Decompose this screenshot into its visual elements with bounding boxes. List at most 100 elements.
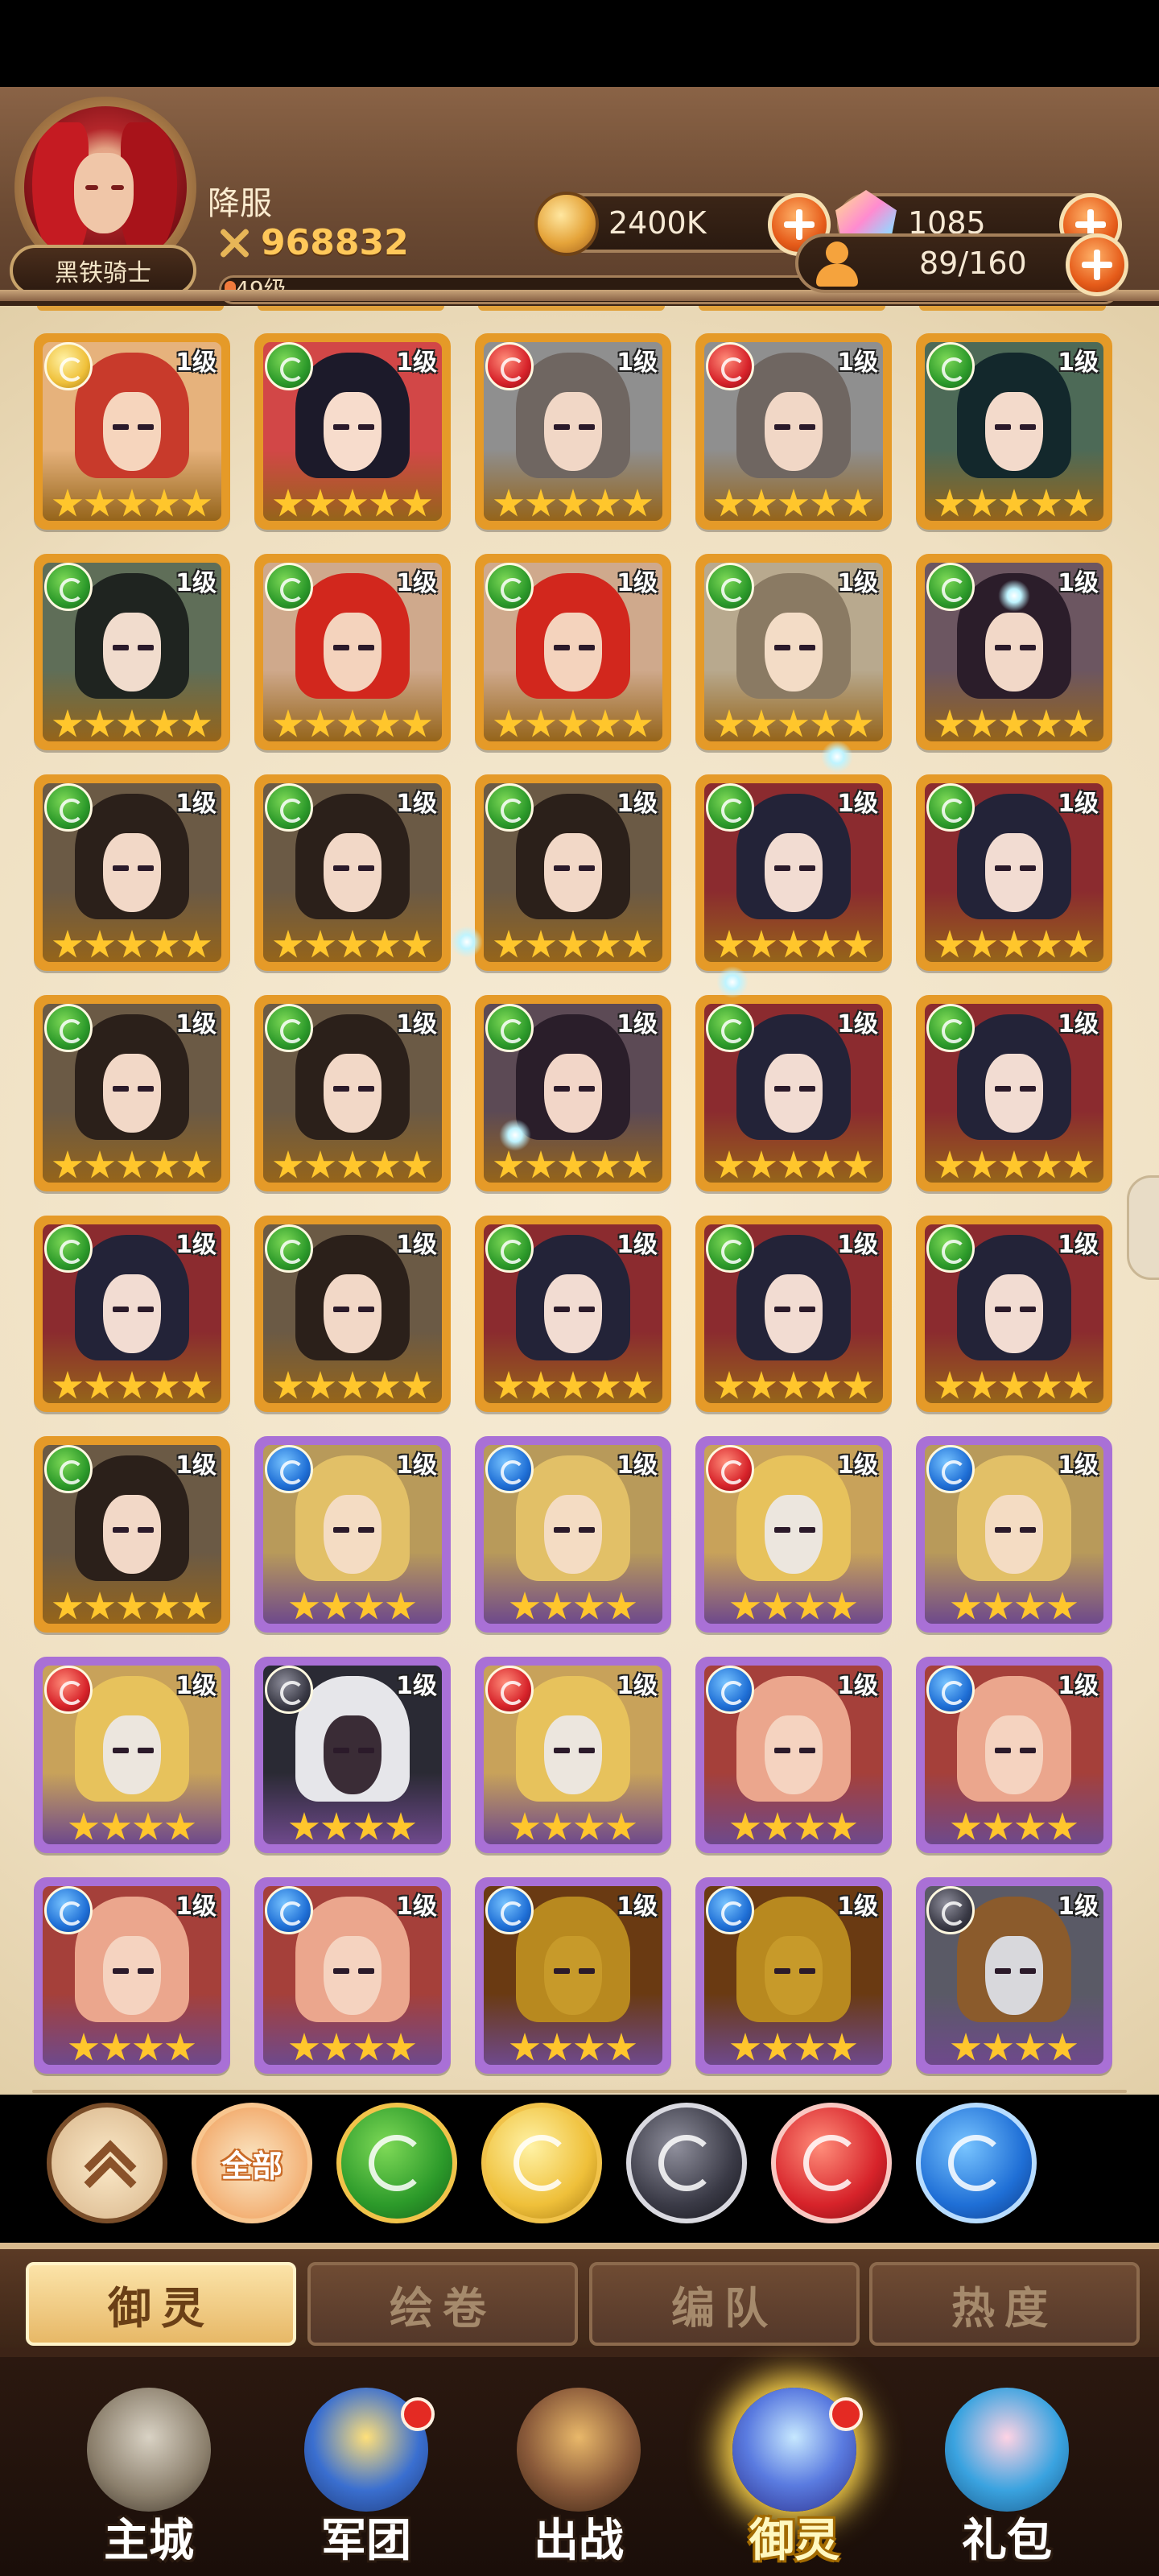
hero-card[interactable]: 1级 <box>475 1657 671 1853</box>
star-icon <box>85 1150 115 1179</box>
hero-card[interactable]: 1级 <box>916 1216 1112 1412</box>
hero-card[interactable]: 1级 <box>695 1877 892 2074</box>
hero-level: 1级 <box>175 1672 217 1700</box>
hero-card[interactable]: 1级 <box>254 1436 451 1633</box>
hero-card[interactable]: 1级 <box>475 774 671 971</box>
star-icon <box>526 709 556 737</box>
hero-card[interactable]: 1级 <box>916 995 1112 1191</box>
player-name: 降服 <box>208 185 272 222</box>
hero-card[interactable]: 1级 <box>34 1436 230 1633</box>
water-element-icon <box>926 1666 975 1714</box>
star-icon <box>402 930 432 958</box>
hero-card[interactable]: 1级 <box>695 774 892 971</box>
hero-card[interactable]: 1级 <box>34 1657 230 1853</box>
hero-level: 1级 <box>396 1451 437 1480</box>
star-icon <box>273 709 303 737</box>
hero-card[interactable]: 1级 <box>254 1657 451 1853</box>
flame-element-icon <box>44 1666 93 1714</box>
star-icon <box>337 930 368 958</box>
star-icon <box>509 1812 540 1840</box>
star-icon <box>794 1591 825 1620</box>
hero-card[interactable]: 1级 <box>695 1216 892 1412</box>
hero-card[interactable]: 1级 <box>34 554 230 750</box>
hero-card[interactable]: 1级 <box>475 1436 671 1633</box>
star-icon <box>402 709 432 737</box>
star-icon <box>321 1812 352 1840</box>
star-icon <box>85 1371 115 1399</box>
flame-element-icon <box>485 342 534 390</box>
star-icon <box>622 1150 653 1179</box>
hero-level: 1级 <box>617 1893 658 1921</box>
hero-card[interactable]: 1级 <box>916 774 1112 971</box>
hero-card[interactable]: 1级 <box>475 554 671 750</box>
leaf-element-icon <box>44 1004 93 1052</box>
hero-grid[interactable]: 1级 1级 1级 1级 1级 1级 1级 1级 1级 1级 1级 1级 1级 1级 1级 1级 1级 1级 1级 1级… <box>0 306 1159 2095</box>
nav-main-city[interactable]: 主城 <box>56 2388 241 2570</box>
star-icon <box>117 709 147 737</box>
star-icon <box>273 930 303 958</box>
tab-huijuan[interactable]: 绘卷 <box>307 2262 578 2346</box>
hero-card[interactable]: 1级 <box>34 1216 230 1412</box>
hero-card[interactable]: 1级 <box>254 774 451 971</box>
star-icon <box>746 1371 777 1399</box>
hero-card[interactable]: 1级 <box>916 1436 1112 1633</box>
hero-card[interactable]: 1级 <box>34 995 230 1191</box>
hero-card[interactable]: 1级 <box>695 1436 892 1633</box>
sword-gate-icon <box>517 2388 641 2512</box>
hero-card[interactable]: 1级 <box>254 995 451 1191</box>
hero-card[interactable]: 1级 <box>254 1877 451 2074</box>
nav-yuling[interactable]: 御灵 <box>702 2388 887 2570</box>
hero-card[interactable]: 1级 <box>695 995 892 1191</box>
star-icon <box>526 1371 556 1399</box>
star-icon <box>622 1371 653 1399</box>
hero-level: 1级 <box>1058 1893 1099 1921</box>
hero-card[interactable]: 1级 <box>475 333 671 530</box>
filter-rose-button[interactable] <box>481 2103 602 2223</box>
star-rating <box>922 930 1107 960</box>
hero-level: 1级 <box>396 569 437 597</box>
hero-level: 1级 <box>617 1672 658 1700</box>
add-capacity-button[interactable] <box>1066 233 1128 296</box>
hero-card[interactable]: 1级 <box>695 333 892 530</box>
hero-card[interactable]: 1级 <box>254 333 451 530</box>
hero-card[interactable]: 1级 <box>254 554 451 750</box>
hero-card[interactable]: 1级 <box>475 995 671 1191</box>
hero-card[interactable]: 1级 <box>34 333 230 530</box>
nav-label-yuling: 御灵 <box>749 2515 839 2567</box>
tab-yuling[interactable]: 御灵 <box>26 2262 296 2346</box>
star-icon <box>934 1371 965 1399</box>
hero-card[interactable]: 1级 <box>475 1877 671 2074</box>
hero-card[interactable]: 1级 <box>695 1657 892 1853</box>
filter-water-button[interactable] <box>916 2103 1037 2223</box>
nav-legion[interactable]: 军团 <box>274 2388 459 2570</box>
nav-gift-pack[interactable]: 礼包 <box>914 2388 1099 2570</box>
star-icon <box>810 489 841 517</box>
collapse-button[interactable] <box>47 2103 167 2223</box>
title-badge[interactable]: 黑铁骑士 <box>10 245 196 296</box>
hero-card[interactable]: 1级 <box>916 333 1112 530</box>
hero-card[interactable]: 1级 <box>254 1216 451 1412</box>
tab-bianDui[interactable]: 编队 <box>589 2262 860 2346</box>
side-drawer-handle[interactable] <box>1127 1175 1159 1280</box>
hero-card[interactable]: 1级 <box>475 1216 671 1412</box>
filter-dark-button[interactable] <box>626 2103 747 2223</box>
hero-card[interactable]: 1级 <box>34 774 230 971</box>
hero-card[interactable]: 1级 <box>34 1877 230 2074</box>
nav-battle[interactable]: 出战 <box>486 2388 671 2570</box>
hero-card[interactable]: 1级 <box>695 554 892 750</box>
star-icon <box>149 930 179 958</box>
tab-redu[interactable]: 热度 <box>869 2262 1140 2346</box>
leaf-element-icon <box>926 563 975 611</box>
star-icon <box>85 1591 115 1620</box>
hero-card[interactable]: 1级 <box>916 1657 1112 1853</box>
star-rating <box>922 2033 1107 2063</box>
filter-all-button[interactable]: 全部 <box>192 2103 312 2223</box>
star-rating <box>481 1812 666 1843</box>
leaf-element-icon <box>485 783 534 832</box>
hero-level: 1级 <box>1058 349 1099 377</box>
star-icon <box>999 930 1029 958</box>
filter-leaf-button[interactable] <box>336 2103 457 2223</box>
hero-card[interactable]: 1级 <box>916 1877 1112 2074</box>
filter-flame-button[interactable] <box>771 2103 892 2223</box>
nav-label-main-city: 主城 <box>104 2515 194 2567</box>
